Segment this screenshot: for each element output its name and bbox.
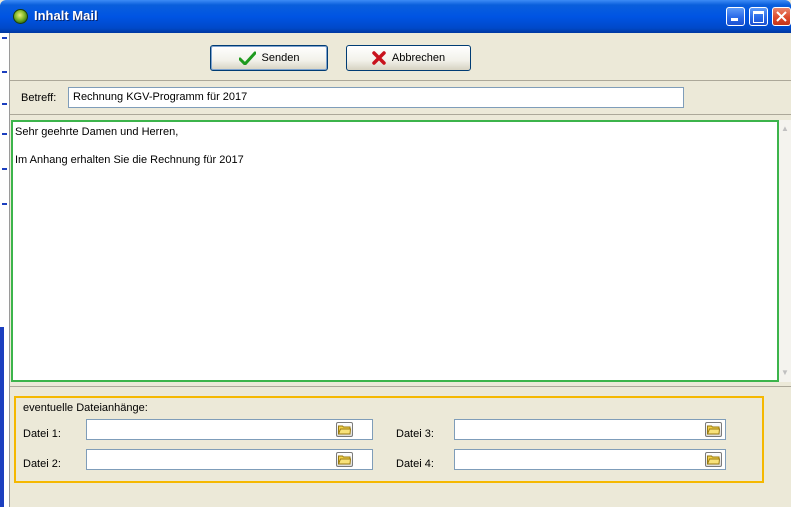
cancel-button-label: Abbrechen bbox=[391, 52, 446, 64]
app-icon bbox=[13, 9, 28, 24]
divider bbox=[10, 386, 791, 387]
file3-label: Datei 3: bbox=[396, 428, 434, 440]
title-bar[interactable]: Inhalt Mail bbox=[0, 0, 791, 33]
body-scrollbar[interactable]: ▲ ▼ bbox=[779, 120, 791, 382]
scroll-up-icon[interactable]: ▲ bbox=[779, 122, 791, 136]
checkmark-icon bbox=[238, 51, 256, 65]
folder-icon bbox=[707, 425, 720, 435]
file3-browse-button[interactable] bbox=[705, 422, 722, 437]
file4-input[interactable] bbox=[454, 449, 726, 470]
file2-label: Datei 2: bbox=[23, 458, 61, 470]
send-button[interactable]: Senden bbox=[210, 45, 328, 71]
file1-input[interactable] bbox=[86, 419, 373, 440]
subject-label: Betreff: bbox=[21, 92, 57, 104]
divider bbox=[10, 114, 791, 115]
file2-browse-button[interactable] bbox=[336, 452, 353, 467]
close-button[interactable] bbox=[772, 7, 791, 26]
folder-icon bbox=[338, 455, 351, 465]
x-mark-icon bbox=[372, 51, 386, 65]
attachments-title: eventuelle Dateianhänge: bbox=[23, 402, 148, 414]
message-body-textarea[interactable]: Sehr geehrte Damen und Herren, Im Anhang… bbox=[11, 120, 779, 382]
folder-icon bbox=[338, 425, 351, 435]
file1-browse-button[interactable] bbox=[336, 422, 353, 437]
file2-input[interactable] bbox=[86, 449, 373, 470]
file1-label: Datei 1: bbox=[23, 428, 61, 440]
window-title: Inhalt Mail bbox=[34, 8, 98, 23]
left-edge bbox=[0, 33, 10, 507]
folder-icon bbox=[707, 455, 720, 465]
attachments-panel: eventuelle Dateianhänge: Datei 1: Datei … bbox=[14, 396, 764, 483]
scroll-down-icon[interactable]: ▼ bbox=[779, 366, 791, 380]
file4-label: Datei 4: bbox=[396, 458, 434, 470]
close-icon bbox=[776, 11, 787, 22]
body-line: Im Anhang erhalten Sie die Rechnung für … bbox=[15, 154, 244, 166]
maximize-button[interactable] bbox=[749, 7, 768, 26]
minimize-button[interactable] bbox=[726, 7, 745, 26]
divider bbox=[10, 80, 791, 81]
file3-input[interactable] bbox=[454, 419, 726, 440]
cancel-button[interactable]: Abbrechen bbox=[346, 45, 471, 71]
send-button-label: Senden bbox=[261, 52, 300, 64]
file4-browse-button[interactable] bbox=[705, 452, 722, 467]
body-line: Sehr geehrte Damen und Herren, bbox=[15, 126, 179, 138]
subject-input[interactable]: Rechnung KGV-Programm für 2017 bbox=[68, 87, 684, 108]
